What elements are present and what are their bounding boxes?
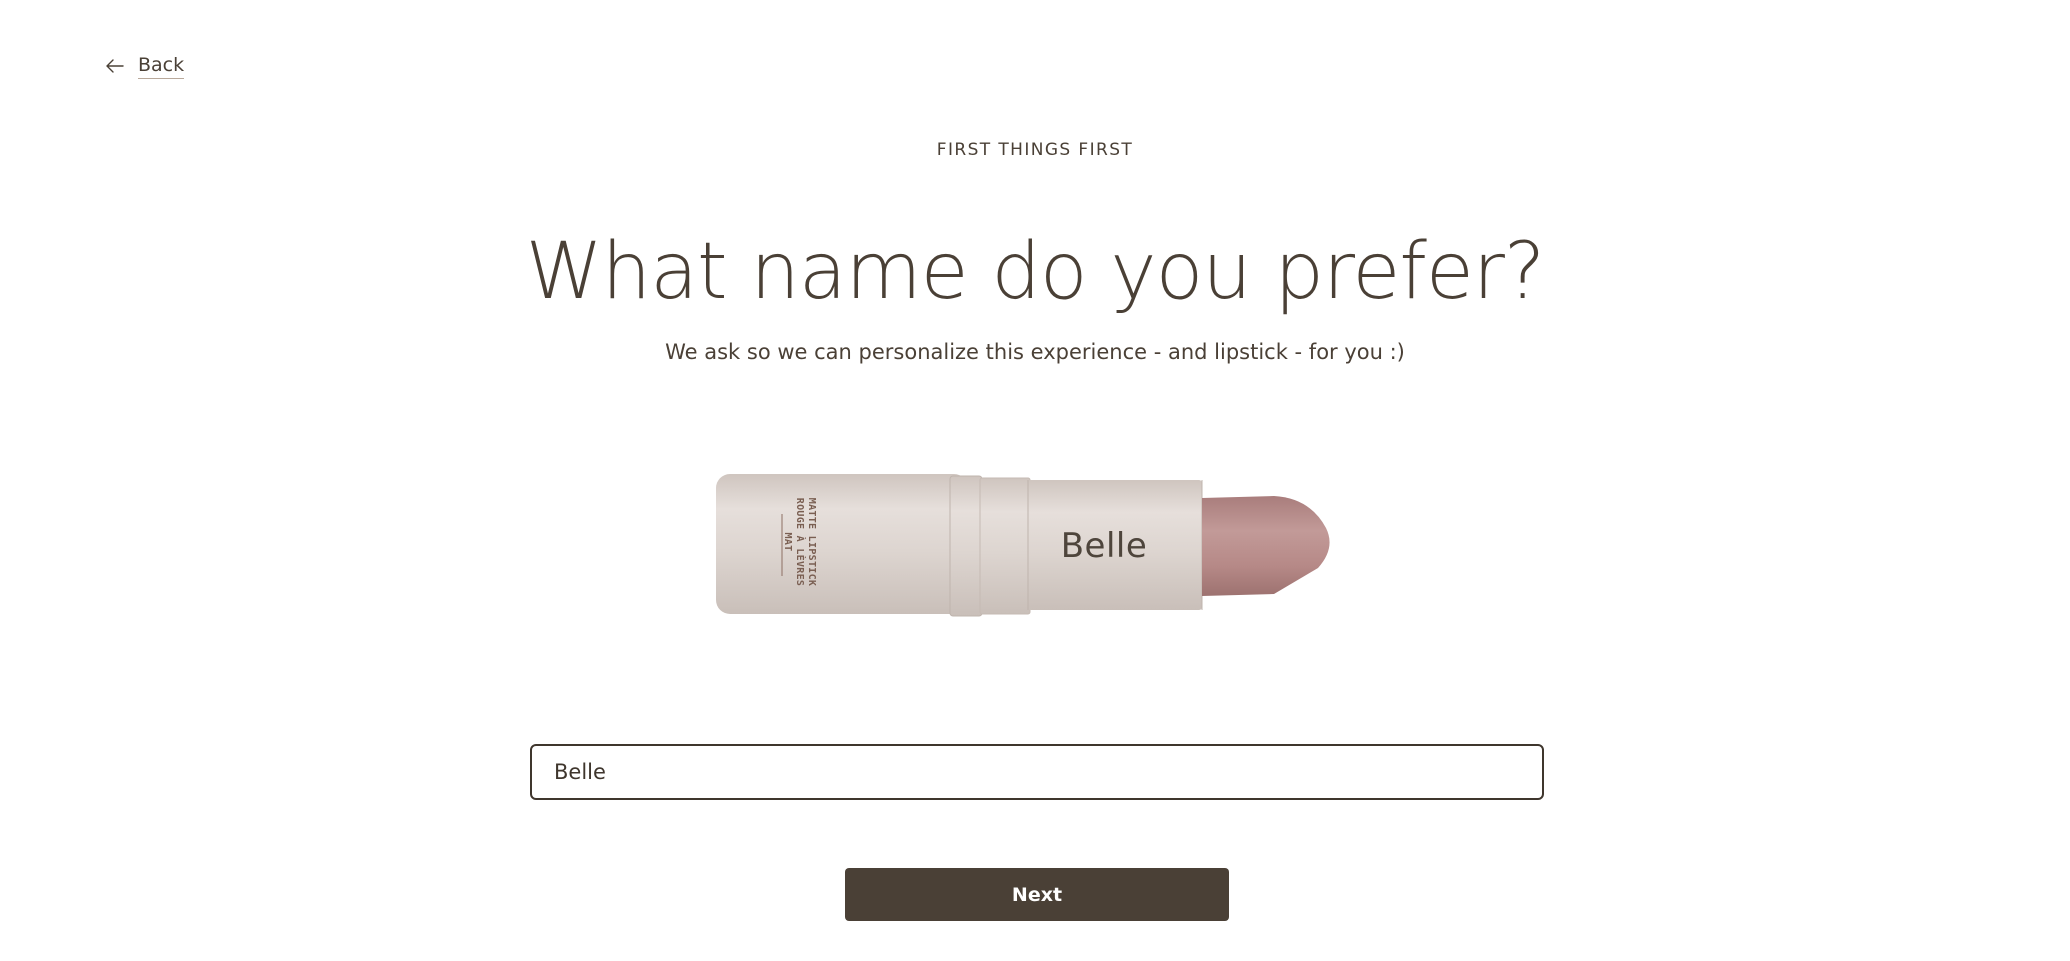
lipstick-preview: MATTE LIPSTICK ROUGE À LÈVRES MAT Belle	[714, 470, 1364, 630]
back-label: Back	[138, 52, 185, 79]
name-input[interactable]	[532, 746, 1542, 798]
page-title: What name do you prefer?	[525, 227, 1546, 317]
engraved-name: Belle	[1060, 526, 1148, 566]
case-label: MATTE LIPSTICK ROUGE À LÈVRES MAT	[737, 497, 817, 587]
back-link[interactable]: Back	[106, 52, 185, 79]
page-subtitle: We ask so we can personalize this experi…	[665, 340, 1405, 364]
name-field[interactable]	[530, 744, 1544, 800]
case-label-line-2: ROUGE À LÈVRES MAT	[782, 497, 805, 587]
page: Back FIRST THINGS FIRST What name do you…	[0, 0, 2070, 961]
next-button[interactable]: Next	[845, 868, 1229, 921]
case-label-line-1: MATTE LIPSTICK	[806, 497, 817, 587]
step-eyebrow: FIRST THINGS FIRST	[936, 140, 1134, 160]
arrow-left-icon	[106, 58, 124, 73]
